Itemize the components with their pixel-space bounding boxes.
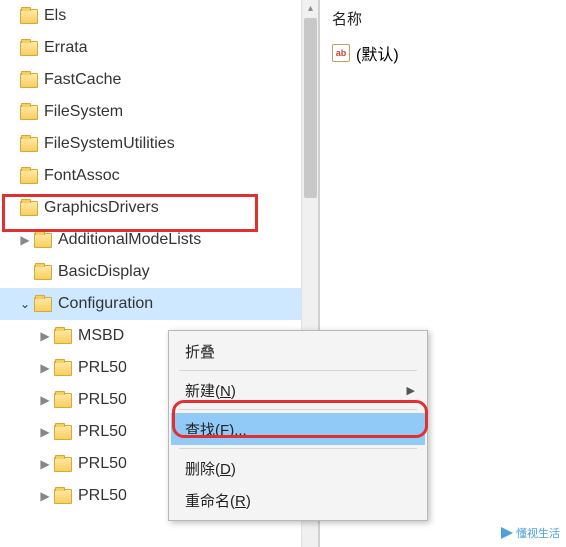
tree-item-filesystem[interactable]: ▶ FileSystem: [0, 96, 318, 128]
tree-item-filesystemutilities[interactable]: ▶ FileSystemUtilities: [0, 128, 318, 160]
folder-icon: [34, 297, 52, 312]
folder-icon: [20, 201, 38, 216]
tree-label: GraphicsDrivers: [44, 199, 159, 217]
scroll-up-icon[interactable]: ▴: [302, 0, 319, 17]
folder-icon: [54, 329, 72, 344]
menu-label: 折叠: [185, 341, 215, 362]
folder-icon: [20, 169, 38, 184]
value-label: (默认): [356, 41, 399, 65]
tree-label: MSBD: [78, 327, 124, 345]
menu-item-delete[interactable]: 删除(D): [171, 452, 425, 484]
tree-item-fastcache[interactable]: ▶ FastCache: [0, 64, 318, 96]
menu-item-rename[interactable]: 重命名(R): [171, 484, 425, 516]
tree-label: PRL50: [78, 391, 127, 409]
tree-label: FileSystemUtilities: [44, 135, 175, 153]
column-header-name[interactable]: 名称: [328, 8, 558, 29]
tree-item-els[interactable]: ▶ Els: [0, 0, 318, 32]
menu-item-collapse[interactable]: 折叠: [171, 335, 425, 367]
expander-icon[interactable]: ▶: [38, 425, 52, 439]
string-value-icon: ab: [332, 44, 350, 62]
folder-icon: [54, 393, 72, 408]
tree-label: Errata: [44, 39, 88, 57]
tree-item-basicdisplay[interactable]: ▶ BasicDisplay: [0, 256, 318, 288]
watermark: 懂视生活: [501, 525, 560, 541]
tree-label: FontAssoc: [44, 167, 120, 185]
expander-icon[interactable]: ▶: [38, 361, 52, 375]
tree-label: FastCache: [44, 71, 121, 89]
folder-icon: [34, 233, 52, 248]
expander-icon[interactable]: ▶: [38, 457, 52, 471]
menu-item-new[interactable]: 新建(N) ▶: [171, 374, 425, 406]
folder-icon: [20, 73, 38, 88]
menu-separator: [179, 370, 417, 371]
tree-label: PRL50: [78, 455, 127, 473]
value-item-default[interactable]: ab (默认): [328, 41, 558, 65]
tree-item-graphicsdrivers[interactable]: ▶ GraphicsDrivers: [0, 192, 318, 224]
folder-icon: [54, 425, 72, 440]
folder-icon: [54, 457, 72, 472]
tree-label: FileSystem: [44, 103, 123, 121]
menu-label: 删除(D): [185, 458, 236, 479]
folder-icon: [34, 265, 52, 280]
watermark-text: 懂视生活: [516, 525, 560, 541]
tree-item-errata[interactable]: ▶ Errata: [0, 32, 318, 64]
folder-icon: [20, 105, 38, 120]
tree-label: Configuration: [58, 295, 153, 313]
tree-label: BasicDisplay: [58, 263, 150, 281]
context-menu: 折叠 新建(N) ▶ 查找(F)... 删除(D) 重命名(R): [168, 330, 428, 521]
expander-icon[interactable]: ▶: [38, 393, 52, 407]
tree-item-additionalmodelists[interactable]: ▶ AdditionalModeLists: [0, 224, 318, 256]
expander-icon[interactable]: ▶: [38, 489, 52, 503]
menu-label: 新建(N): [185, 380, 236, 401]
folder-icon: [20, 41, 38, 56]
menu-label: 重命名(R): [185, 490, 251, 511]
tree-label: PRL50: [78, 359, 127, 377]
menu-label: 查找(F)...: [185, 419, 247, 440]
watermark-icon: [501, 527, 513, 539]
menu-separator: [179, 448, 417, 449]
tree-item-fontassoc[interactable]: ▶ FontAssoc: [0, 160, 318, 192]
expander-icon[interactable]: ▶: [18, 233, 32, 247]
folder-icon: [20, 9, 38, 24]
scrollbar-thumb[interactable]: [304, 18, 317, 198]
expander-icon[interactable]: ▶: [38, 329, 52, 343]
folder-icon: [54, 361, 72, 376]
submenu-arrow-icon: ▶: [407, 384, 415, 397]
tree-label: PRL50: [78, 487, 127, 505]
folder-icon: [20, 137, 38, 152]
tree-label: PRL50: [78, 423, 127, 441]
folder-icon: [54, 489, 72, 504]
menu-item-find[interactable]: 查找(F)...: [171, 413, 425, 445]
menu-separator: [179, 409, 417, 410]
expander-icon[interactable]: ⌄: [18, 297, 32, 311]
tree-label: AdditionalModeLists: [58, 231, 201, 249]
tree-label: Els: [44, 7, 66, 25]
tree-item-configuration[interactable]: ⌄ Configuration: [0, 288, 318, 320]
